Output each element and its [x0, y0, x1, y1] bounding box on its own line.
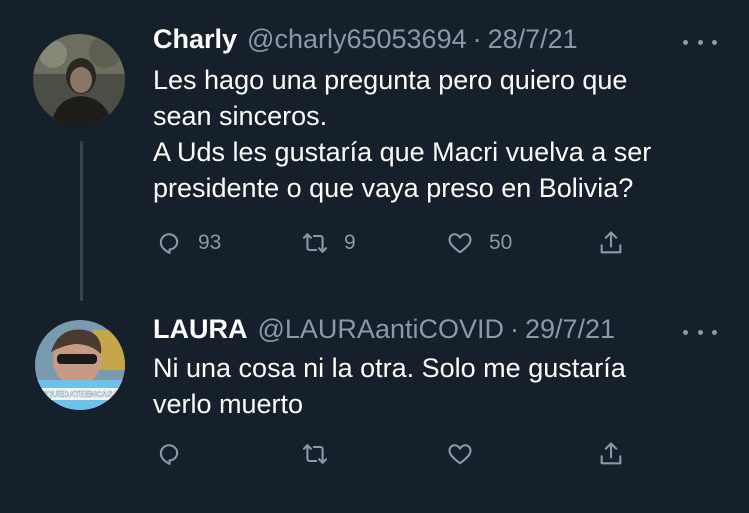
tweet-text-line: presidente o que vaya preso en Bolivia?: [153, 173, 634, 203]
share-icon: [600, 442, 622, 465]
tweet-actions: 93 9 50: [155, 229, 635, 263]
separator-dot: ·: [472, 24, 482, 54]
thread-line: [80, 141, 83, 301]
tweet-header: Charly @charly65053694 · 28/7/21: [153, 24, 578, 55]
reply-icon: [159, 444, 179, 465]
tweet-text-line: Ni una cosa ni la otra. Solo me gustaría: [153, 353, 626, 383]
reply-button[interactable]: [155, 440, 183, 468]
tweet-laura[interactable]: #QUEDATEENCASA LAURA @LAURAantiCOVID · 2…: [0, 300, 749, 513]
share-button[interactable]: [597, 440, 625, 468]
user-handle[interactable]: @charly65053694: [247, 24, 467, 55]
like-button[interactable]: [446, 440, 474, 468]
avatar-charly[interactable]: [33, 34, 125, 126]
display-name[interactable]: Charly: [153, 24, 237, 55]
reply-icon: [159, 233, 179, 254]
tweet-text-line: A Uds les gustaría que Macri vuelva a se…: [153, 137, 652, 167]
retweet-icon: [302, 444, 328, 464]
like-icon: [448, 233, 472, 254]
like-count: 50: [489, 231, 513, 254]
tweet-actions: [155, 440, 635, 474]
display-name[interactable]: LAURA: [153, 314, 248, 345]
separator-dot: ·: [509, 314, 519, 344]
avatar-badge-text: #QUEDATEENCASA: [42, 390, 119, 399]
user-handle[interactable]: @LAURAantiCOVID: [258, 314, 504, 345]
retweet-icon: [302, 233, 328, 253]
tweet-date[interactable]: 28/7/21: [488, 24, 578, 55]
tweet-charly[interactable]: Charly @charly65053694 · 28/7/21 Les hag…: [0, 0, 749, 301]
tweet-header: LAURA @LAURAantiCOVID · 29/7/21: [153, 314, 615, 345]
tweet-text-line: verlo muerto: [153, 389, 304, 419]
like-icon: [448, 444, 472, 465]
tweet-text-line: Les hago una pregunta pero quiero que: [153, 65, 628, 95]
tweet-text: Ni una cosa ni la otra. Solo me gustaría…: [153, 350, 723, 422]
retweet-button[interactable]: [301, 440, 329, 468]
share-button[interactable]: [597, 229, 625, 257]
like-button[interactable]: 50: [446, 229, 512, 257]
share-icon: [600, 231, 622, 254]
tweet-date[interactable]: 29/7/21: [525, 314, 615, 345]
more-icon[interactable]: [683, 36, 717, 48]
tweet-text-line: sean sinceros.: [153, 101, 328, 131]
reply-button[interactable]: 93: [155, 229, 221, 257]
more-icon[interactable]: [683, 326, 717, 338]
avatar-laura[interactable]: #QUEDATEENCASA: [35, 320, 125, 410]
reply-count: 93: [198, 231, 222, 254]
tweet-text: Les hago una pregunta pero quiero que se…: [153, 62, 723, 206]
retweet-count: 9: [344, 231, 356, 254]
retweet-button[interactable]: 9: [301, 229, 356, 257]
